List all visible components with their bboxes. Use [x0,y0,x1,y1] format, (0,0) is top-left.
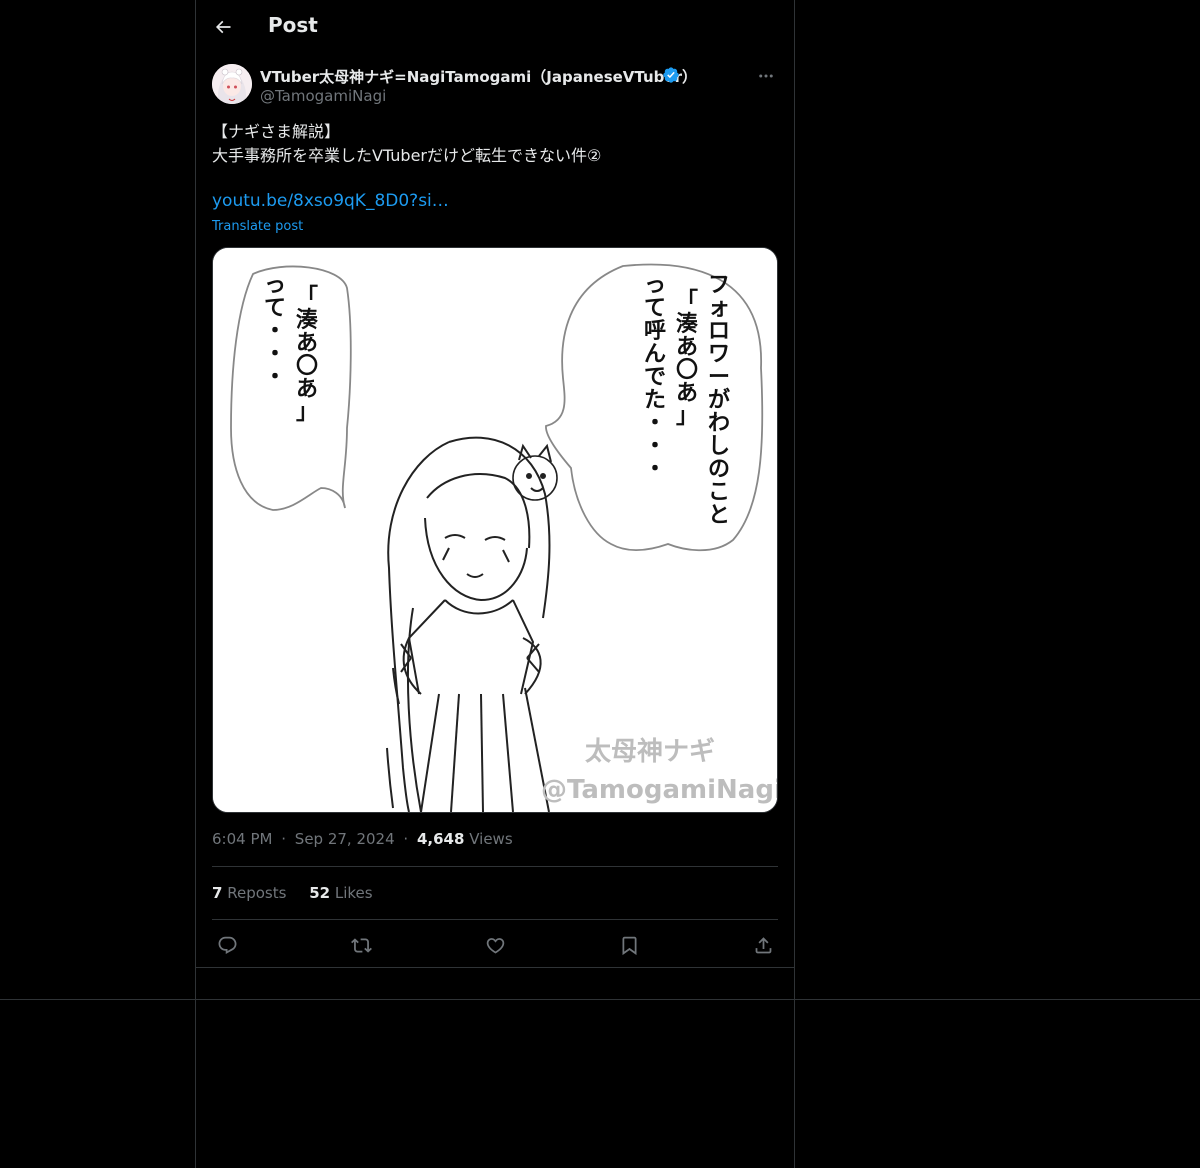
back-button[interactable] [208,12,238,42]
section-divider [0,999,1200,1000]
manga-panel: フォロワーがわしのこと 「湊あ〇あ」 って呼んでた・・・ 「湊あ〇あ」 って・・… [213,248,777,812]
more-button[interactable] [754,64,778,88]
bubble-right-column-2: 「湊あ〇あ」 [676,289,699,429]
divider [212,866,778,867]
post-media-image[interactable]: フォロワーがわしのこと 「湊あ〇あ」 って呼んでた・・・ 「湊あ〇あ」 って・・… [212,247,778,813]
page-header: Post [196,0,794,54]
post-stats: 7 Reposts 52 Likes [212,884,391,902]
bookmark-button[interactable] [614,930,644,960]
avatar-image [212,64,252,104]
reply-button[interactable] [212,930,242,960]
post-actions [212,928,778,960]
likes-count: 52 [309,884,331,902]
more-horizontal-icon [759,74,773,78]
reposts-label: Reposts [227,884,287,902]
reposts-stat[interactable]: 7 Reposts [212,884,286,902]
repost-button[interactable] [346,930,376,960]
post-body: 【ナギさま解説】 大手事務所を卒業したVTuberだけど転生できない件② [212,120,778,168]
repost-icon [350,937,372,953]
share-button[interactable] [748,930,778,960]
bubble-right-column-1: フォロワーがわしのこと [708,273,730,528]
column-border-right [794,0,795,1168]
views-label: Views [469,830,513,848]
post-text-line-1: 【ナギさま解説】 [212,122,341,141]
share-icon [755,936,771,953]
heart-icon [486,937,504,954]
reply-icon [218,936,236,954]
bookmark-icon [622,936,636,955]
post-link[interactable]: youtu.be/8xso9qK_8D0?si… [212,191,449,211]
likes-label: Likes [334,884,373,902]
post-time[interactable]: 6:04 PM [212,830,272,848]
meta-separator: · [281,830,287,848]
watermark-handle: @TamogamiNagi [541,775,777,805]
likes-stat[interactable]: 52 Likes [309,884,372,902]
bubble-left-column-2: って・・・ [264,273,286,390]
avatar[interactable] [212,64,252,104]
post-author: VTuber太母神ナギ=NagiTamogami（JapaneseVTuber）… [212,64,778,108]
page-title: Post [268,13,318,37]
bubble-right-column-3: って呼んでた・・・ [644,273,666,482]
post-bottom-divider [196,967,794,968]
meta-separator-2: · [403,830,409,848]
bubble-left-column-1: 「湊あ〇あ」 [296,285,319,425]
author-handle[interactable]: @TamogamiNagi [260,87,386,105]
verified-badge-icon [663,67,679,83]
post-meta: 6:04 PM · Sep 27, 2024 · 4,648 Views [212,830,513,848]
translate-post-button[interactable]: Translate post [212,219,303,234]
arrow-left-icon [215,20,231,34]
like-button[interactable] [480,930,510,960]
speech-bubble-left [230,265,352,511]
views-count: 4,648 [416,830,465,848]
watermark-name: 太母神ナギ [585,737,715,767]
column-border-left [195,0,196,1168]
post-text-line-2: 大手事務所を卒業したVTuberだけど転生できない件② [212,146,602,165]
author-display-name[interactable]: VTuber太母神ナギ=NagiTamogami（JapaneseVTuber） [260,66,697,87]
post-date[interactable]: Sep 27, 2024 [295,830,395,848]
reposts-count: 7 [212,884,223,902]
divider [212,919,778,920]
